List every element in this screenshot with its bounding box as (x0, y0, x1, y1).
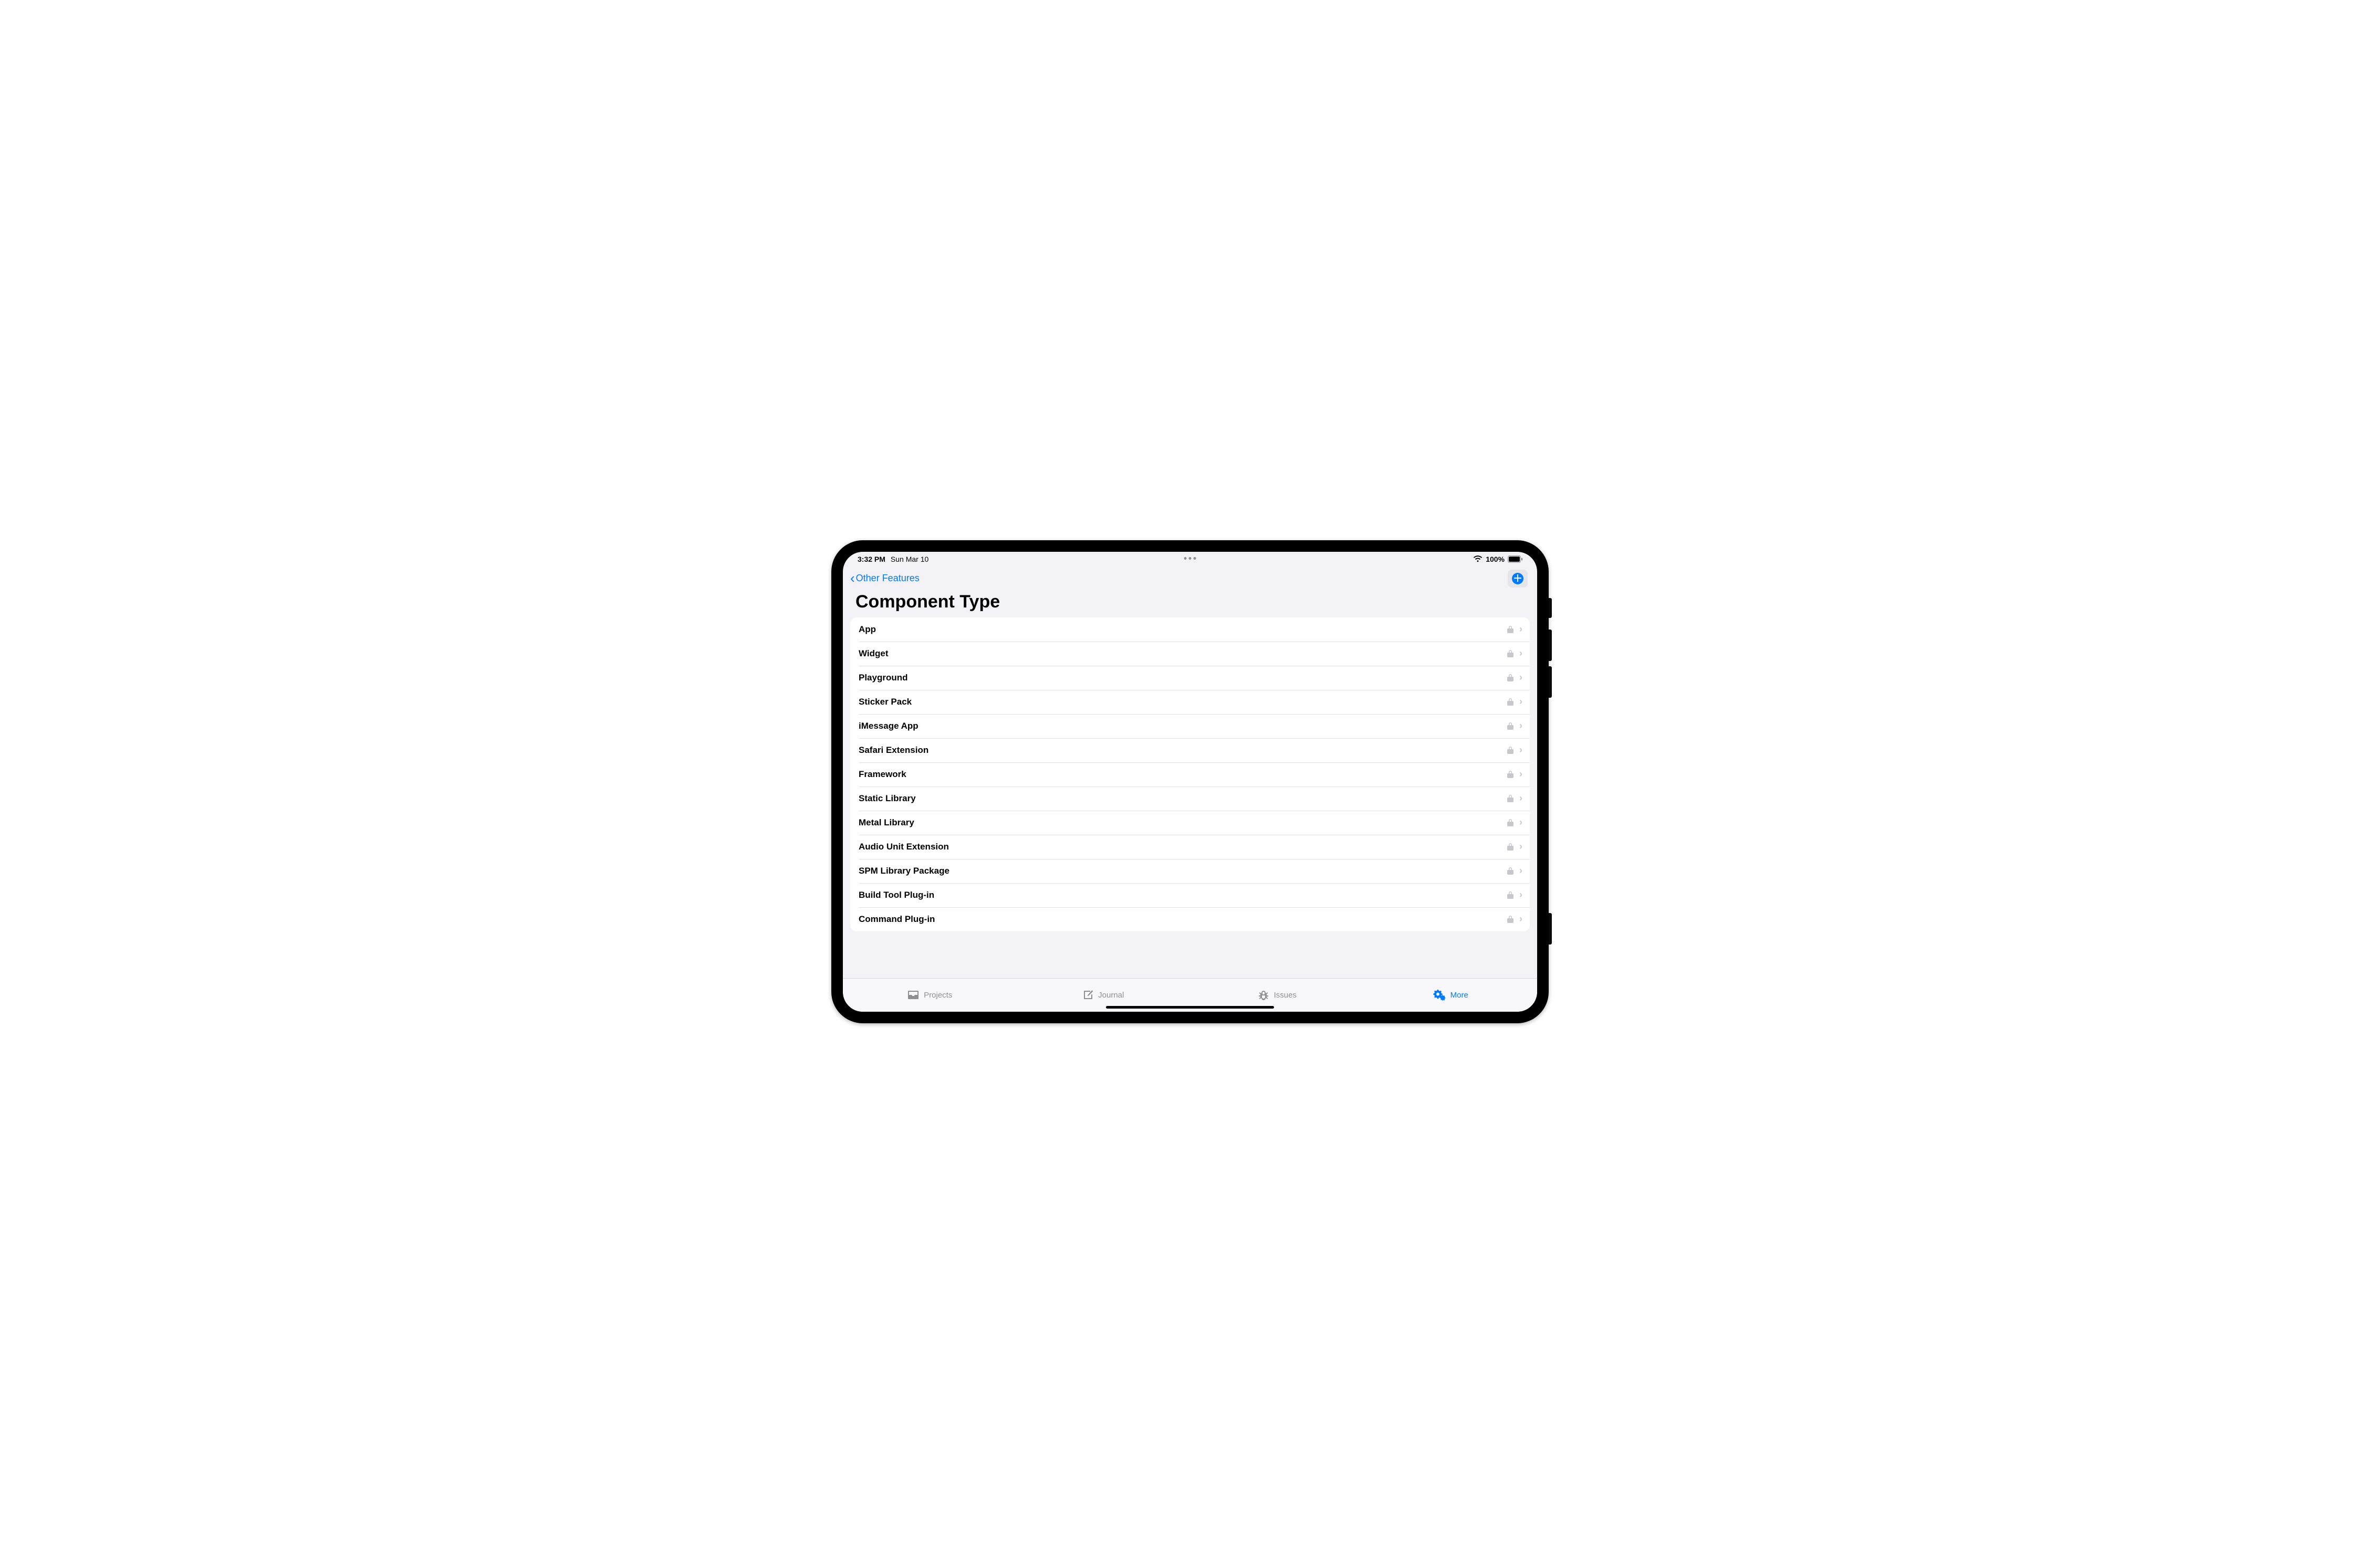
add-button[interactable]: ＋ (1508, 570, 1528, 588)
row-label: Build Tool Plug-in (859, 890, 1507, 900)
list-row[interactable]: Framework › (850, 762, 1530, 786)
lock-icon (1507, 866, 1514, 875)
content-scroll[interactable]: App›Widget›Playground›Sticker Pack›iMess… (843, 617, 1537, 978)
tab-label: Issues (1274, 991, 1297, 1000)
tab-projects[interactable]: Projects (843, 979, 1017, 1012)
bottom-fade (843, 970, 1537, 978)
row-label: Metal Library (859, 817, 1507, 828)
row-label: iMessage App (859, 721, 1507, 731)
chevron-right-icon: › (1519, 648, 1522, 659)
row-label: Audio Unit Extension (859, 842, 1507, 852)
chevron-right-icon: › (1519, 720, 1522, 731)
chevron-right-icon: › (1519, 624, 1522, 635)
lock-icon (1507, 746, 1514, 754)
status-bar: 3:32 PM Sun Mar 10 100% (843, 552, 1537, 567)
row-label: Static Library (859, 793, 1507, 804)
chevron-right-icon: › (1519, 696, 1522, 707)
home-indicator[interactable] (1106, 1006, 1274, 1009)
tab-more[interactable]: More (1364, 979, 1538, 1012)
chevron-right-icon: › (1519, 914, 1522, 925)
battery-percent: 100% (1486, 555, 1505, 563)
lock-icon (1507, 842, 1514, 851)
compose-icon (1082, 989, 1094, 1001)
list-row[interactable]: iMessage App › (850, 714, 1530, 738)
hardware-button (1549, 666, 1552, 698)
row-label: App (859, 624, 1507, 635)
chevron-right-icon: › (1519, 817, 1522, 828)
tab-label: More (1450, 991, 1468, 1000)
status-date: Sun Mar 10 (891, 555, 928, 563)
multitask-dots[interactable] (1184, 557, 1196, 560)
lock-icon (1507, 890, 1514, 899)
list-row[interactable]: Build Tool Plug-in › (850, 883, 1530, 907)
lock-icon (1507, 649, 1514, 658)
screen: 3:32 PM Sun Mar 10 100% ‹ Other Features (843, 552, 1537, 1012)
inbox-icon (907, 990, 920, 1000)
lock-icon (1507, 697, 1514, 706)
lock-icon (1507, 915, 1514, 924)
list-row[interactable]: Command Plug-in › (850, 907, 1530, 931)
component-type-list: App›Widget›Playground›Sticker Pack›iMess… (850, 617, 1530, 931)
chevron-left-icon: ‹ (850, 571, 855, 585)
plus-icon: ＋ (1512, 573, 1523, 584)
list-row[interactable]: Playground › (850, 666, 1530, 690)
chevron-right-icon: › (1519, 889, 1522, 900)
row-label: SPM Library Package (859, 866, 1507, 876)
chevron-right-icon: › (1519, 769, 1522, 780)
battery-icon (1508, 555, 1522, 563)
lock-icon (1507, 818, 1514, 827)
row-label: Safari Extension (859, 745, 1507, 756)
hardware-button (1549, 630, 1552, 661)
list-row[interactable]: Widget › (850, 642, 1530, 666)
back-label: Other Features (856, 573, 920, 584)
list-row[interactable]: App › (850, 617, 1530, 642)
navigation-bar: ‹ Other Features ＋ (843, 567, 1537, 591)
list-row[interactable]: Audio Unit Extension › (850, 835, 1530, 859)
lock-icon (1507, 673, 1514, 682)
tab-bar: Projects Journal Issues More (843, 978, 1537, 1012)
row-label: Framework (859, 769, 1507, 780)
tab-label: Projects (924, 991, 952, 1000)
status-time: 3:32 PM (858, 555, 885, 563)
hardware-button (1549, 598, 1552, 618)
list-row[interactable]: Sticker Pack › (850, 690, 1530, 714)
page-title: Component Type (843, 591, 1537, 617)
list-row[interactable]: Safari Extension › (850, 738, 1530, 762)
list-row[interactable]: Static Library › (850, 786, 1530, 811)
chevron-right-icon: › (1519, 841, 1522, 852)
row-label: Playground (859, 673, 1507, 683)
row-label: Widget (859, 648, 1507, 659)
row-label: Sticker Pack (859, 697, 1507, 707)
list-row[interactable]: SPM Library Package › (850, 859, 1530, 883)
tab-label: Journal (1098, 991, 1124, 1000)
gears-icon (1433, 989, 1446, 1001)
list-row[interactable]: Metal Library › (850, 811, 1530, 835)
row-label: Command Plug-in (859, 914, 1507, 925)
chevron-right-icon: › (1519, 865, 1522, 876)
bug-icon (1257, 989, 1270, 1001)
lock-icon (1507, 770, 1514, 779)
lock-icon (1507, 625, 1514, 634)
ipad-frame: 3:32 PM Sun Mar 10 100% ‹ Other Features (831, 540, 1549, 1023)
chevron-right-icon: › (1519, 672, 1522, 683)
lock-icon (1507, 721, 1514, 730)
wifi-icon (1473, 555, 1483, 563)
back-button[interactable]: ‹ Other Features (850, 572, 920, 585)
chevron-right-icon: › (1519, 793, 1522, 804)
chevron-right-icon: › (1519, 744, 1522, 756)
lock-icon (1507, 794, 1514, 803)
hardware-button (1549, 913, 1552, 945)
